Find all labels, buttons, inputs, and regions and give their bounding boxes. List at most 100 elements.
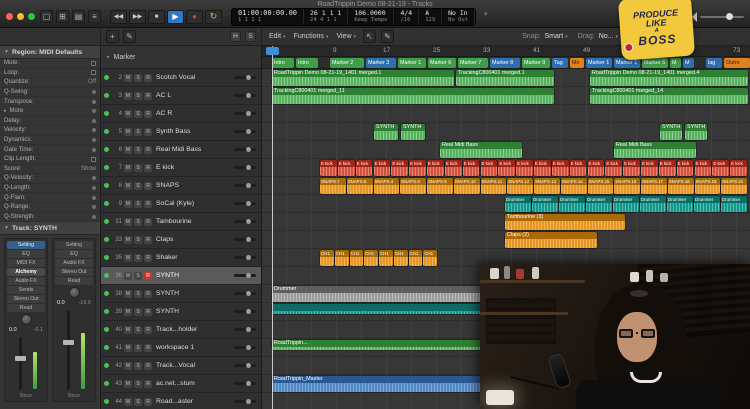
- record-enable-button[interactable]: R: [144, 362, 152, 370]
- param-checkbox[interactable]: [91, 70, 96, 75]
- region[interactable]: SNAPS.13: [534, 178, 560, 194]
- inspector-row[interactable]: Q-Strength:: [0, 213, 100, 223]
- param-knob[interactable]: [92, 109, 96, 113]
- track-volume-slider[interactable]: [234, 364, 256, 367]
- solo-button[interactable]: S: [134, 74, 142, 82]
- solo-button[interactable]: S: [134, 110, 142, 118]
- track-volume-slider[interactable]: [234, 382, 256, 385]
- region[interactable]: CH1: [394, 250, 408, 266]
- forward-button[interactable]: ▶▶: [129, 10, 146, 24]
- region[interactable]: TrackingC800401 merged_14: [590, 88, 748, 104]
- record-enable-button[interactable]: R: [144, 326, 152, 334]
- playhead[interactable]: [272, 46, 273, 409]
- track-power-dot[interactable]: [104, 165, 109, 170]
- marker-region[interactable]: Marker 5: [642, 58, 668, 68]
- solo-button[interactable]: S: [134, 146, 142, 154]
- inspector-row[interactable]: Q-Swing:: [0, 88, 100, 98]
- region[interactable]: RoadTrippin_Master: [272, 376, 487, 392]
- track-row[interactable]: 33MSRClaps: [101, 231, 261, 249]
- region[interactable]: SNAPS.8: [347, 178, 373, 194]
- inspector-row[interactable]: Mute:: [0, 59, 100, 69]
- region[interactable]: TrackingC800401 merged_11: [272, 88, 554, 104]
- marker-region[interactable]: Marker 1: [586, 58, 612, 68]
- track-row[interactable]: 36MSRSYNTH: [101, 267, 261, 285]
- solo-tracks-button[interactable]: S: [245, 31, 256, 42]
- snap-menu[interactable]: Snap: Smart ▾: [522, 33, 567, 40]
- region[interactable]: E kick: [391, 160, 408, 176]
- inspector-row[interactable]: Q-Velocity:: [0, 174, 100, 184]
- param-checkbox[interactable]: [91, 61, 96, 66]
- record-enable-button[interactable]: R: [144, 272, 152, 280]
- marker-region[interactable]: lag: [706, 58, 722, 68]
- record-enable-button[interactable]: R: [144, 344, 152, 352]
- pan-knob[interactable]: [21, 314, 32, 325]
- region[interactable]: E kick: [516, 160, 533, 176]
- region[interactable]: SYNTH: [401, 124, 425, 140]
- record-enable-button[interactable]: R: [144, 74, 152, 82]
- record-enable-button[interactable]: R: [144, 110, 152, 118]
- region[interactable]: Drummer: [640, 196, 666, 212]
- track-volume-slider[interactable]: [234, 202, 256, 205]
- region[interactable]: E kick: [570, 160, 587, 176]
- solo-button[interactable]: S: [134, 128, 142, 136]
- solo-button[interactable]: S: [134, 200, 142, 208]
- track-power-dot[interactable]: [104, 309, 109, 314]
- zoom-window-button[interactable]: [28, 13, 35, 20]
- region[interactable]: E kick: [730, 160, 747, 176]
- region[interactable]: E kick: [427, 160, 444, 176]
- region[interactable]: E kick: [677, 160, 694, 176]
- menu-edit[interactable]: Edit▾: [269, 33, 286, 40]
- region[interactable]: SNAPS.16: [614, 178, 640, 194]
- track-power-dot[interactable]: [104, 273, 109, 278]
- lcd-segment[interactable]: 26 1 1 124 4 1 1: [304, 9, 348, 25]
- strip-slot-sends[interactable]: Sends: [7, 286, 45, 294]
- mute-button[interactable]: M: [124, 92, 132, 100]
- record-enable-button[interactable]: R: [144, 236, 152, 244]
- mute-button[interactable]: M: [124, 182, 132, 190]
- marker-region[interactable]: Marker 3: [366, 58, 396, 68]
- region[interactable]: CH1: [409, 250, 423, 266]
- fader-knob[interactable]: [63, 340, 74, 345]
- inspector-row[interactable]: Gate Time:: [0, 145, 100, 155]
- track-power-dot[interactable]: [104, 219, 109, 224]
- solo-button[interactable]: S: [134, 326, 142, 334]
- region[interactable]: SNAPS.4: [374, 178, 400, 194]
- library-icon[interactable]: ⊞: [56, 10, 69, 23]
- param-knob[interactable]: [92, 100, 96, 104]
- quick-help-icon[interactable]: ▢: [40, 10, 53, 23]
- track-power-dot[interactable]: [104, 381, 109, 386]
- inspector-row[interactable]: Clip Length:: [0, 155, 100, 165]
- mute-button[interactable]: M: [124, 110, 132, 118]
- region[interactable]: Drummer: [559, 196, 585, 212]
- mute-button[interactable]: M: [124, 74, 132, 82]
- track-power-dot[interactable]: [104, 129, 109, 134]
- inspector-icon[interactable]: ▤: [72, 10, 85, 23]
- lcd-segment[interactable]: 4/4/16: [394, 9, 419, 25]
- pointer-tool-icon[interactable]: ↖: [363, 30, 376, 43]
- region[interactable]: SNAPS.15: [588, 178, 614, 194]
- mute-button[interactable]: M: [124, 290, 132, 298]
- record-enable-button[interactable]: R: [144, 92, 152, 100]
- track-volume-slider[interactable]: [234, 346, 256, 349]
- track-power-dot[interactable]: [104, 93, 109, 98]
- track-power-dot[interactable]: [104, 327, 109, 332]
- cycle-button[interactable]: ↻: [205, 10, 222, 24]
- region[interactable]: Real Midi Bass: [614, 142, 696, 158]
- menu-functions[interactable]: Functions▾: [294, 33, 329, 40]
- strip-slot-audio-fx[interactable]: Audio FX: [7, 277, 45, 285]
- global-tracks-header[interactable]: ▸ Marker: [101, 46, 261, 69]
- marker-region[interactable]: Tag: [552, 58, 568, 68]
- region[interactable]: E kick: [588, 160, 605, 176]
- track-row[interactable]: 3MSRAC L: [101, 87, 261, 105]
- region[interactable]: Drummer: [532, 196, 558, 212]
- mute-button[interactable]: M: [124, 146, 132, 154]
- track-volume-slider[interactable]: [234, 76, 256, 79]
- region[interactable]: SNAPS.18: [668, 178, 694, 194]
- mute-button[interactable]: M: [124, 398, 132, 406]
- mute-button[interactable]: M: [124, 344, 132, 352]
- region[interactable]: E kick: [374, 160, 391, 176]
- record-enable-button[interactable]: R: [144, 182, 152, 190]
- solo-button[interactable]: S: [134, 308, 142, 316]
- record-enable-button[interactable]: R: [144, 200, 152, 208]
- volume-fader[interactable]: [57, 308, 91, 391]
